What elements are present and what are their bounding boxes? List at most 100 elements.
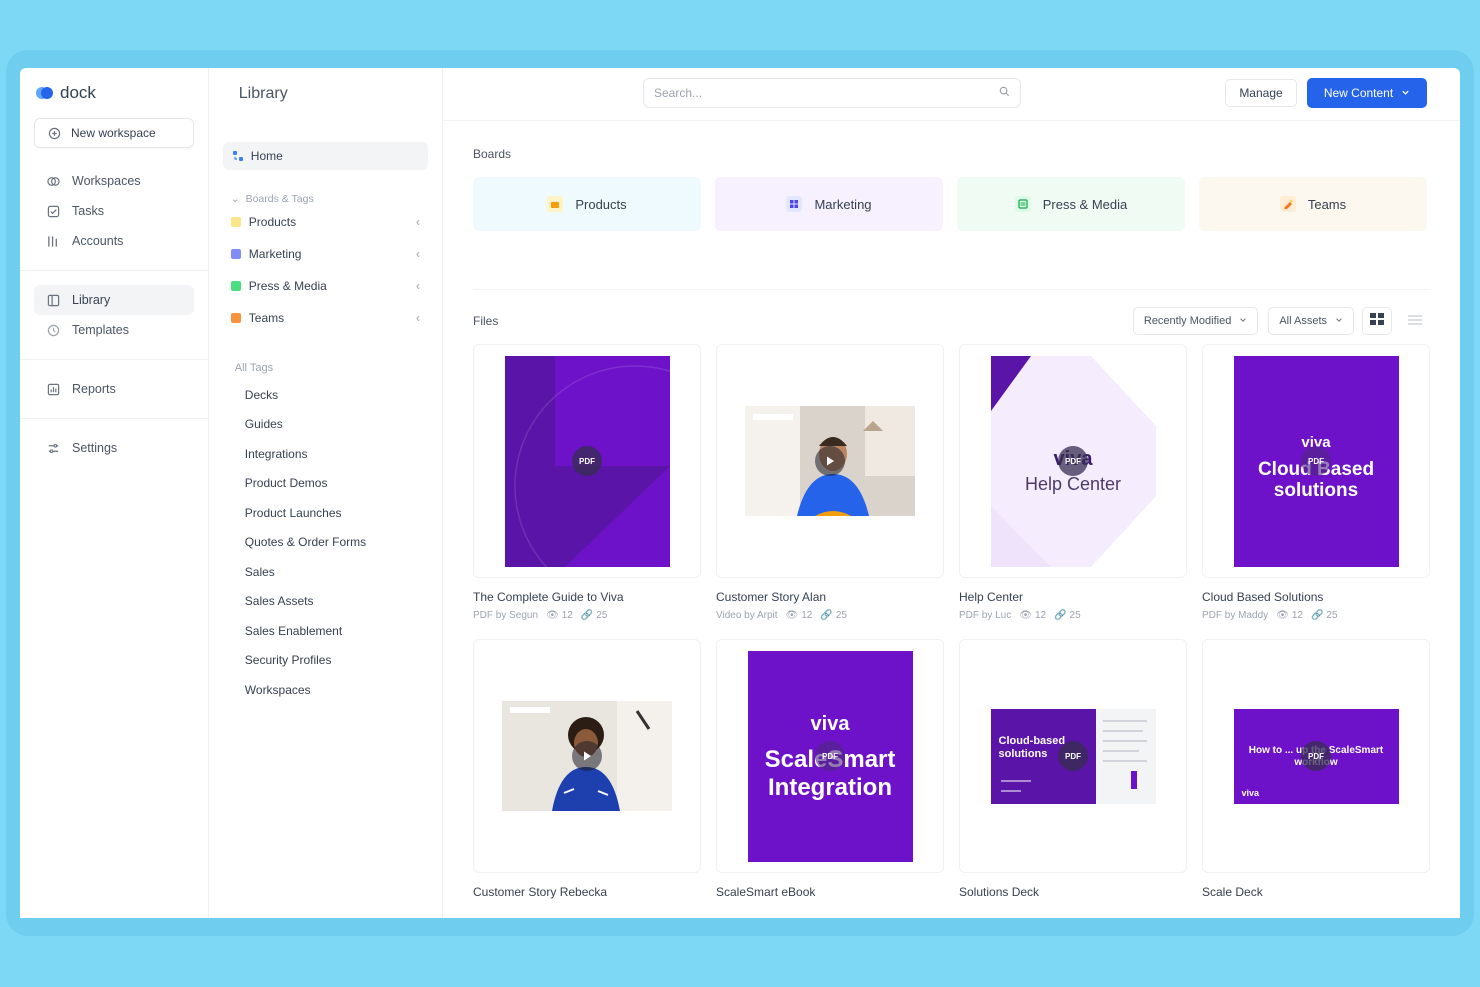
reports-icon <box>46 382 60 396</box>
nav-item-reports[interactable]: Reports <box>34 374 194 404</box>
viva-wordmark: viva <box>1241 787 1260 798</box>
tag-item[interactable]: Product Launches <box>223 498 428 528</box>
board-card-products[interactable]: Products <box>473 177 701 231</box>
tree-item-press-media[interactable]: Press & Media ‹ <box>223 270 428 302</box>
press-media-board-icon <box>1014 196 1031 212</box>
file-thumbnail[interactable]: viva ScaleSmart Integration PDF <box>716 639 944 873</box>
tag-item[interactable]: Security Profiles <box>223 646 428 676</box>
tag-item[interactable]: Decks <box>223 380 428 410</box>
tree-item-home[interactable]: Home <box>222 142 428 170</box>
play-icon[interactable] <box>815 446 845 476</box>
file-thumbnail[interactable] <box>716 344 944 578</box>
tag-item[interactable]: Product Demos <box>223 469 428 499</box>
links-value: 25 <box>1069 609 1081 621</box>
boards-section-label: Boards <box>473 147 512 161</box>
tag-item[interactable]: Workspaces <box>223 675 428 705</box>
chevron-left-icon[interactable]: ‹ <box>416 279 420 293</box>
nav-item-library[interactable]: Library <box>34 285 194 315</box>
file-title[interactable]: ScaleSmart eBook <box>716 885 944 899</box>
templates-icon <box>46 323 60 337</box>
nav-item-accounts[interactable]: Accounts <box>34 226 194 256</box>
new-workspace-button[interactable]: New workspace <box>34 118 194 148</box>
tag-item[interactable]: Sales Enablement <box>223 616 428 646</box>
file-thumbnail[interactable]: viva Help Center PDF <box>959 344 1187 578</box>
sort-dropdown[interactable]: Recently Modified <box>1132 307 1259 335</box>
search-icon[interactable] <box>999 84 1010 102</box>
brand-logo[interactable]: dock <box>34 82 194 104</box>
file-title[interactable]: Scale Deck <box>1202 885 1430 899</box>
help-center-heading: Help Center <box>1024 473 1122 494</box>
main-content: Manage New Content Boards Products Marke… <box>443 68 1460 918</box>
eye-icon: 👁 <box>785 609 799 621</box>
file-title[interactable]: The Complete Guide to Viva <box>473 590 701 604</box>
file-card[interactable]: PDF The Complete Guide to Viva PDF by Se… <box>473 344 701 621</box>
file-thumbnail[interactable]: How to ... up the ScaleSmart workflow vi… <box>1202 639 1430 873</box>
file-thumbnail[interactable]: PDF <box>473 344 701 578</box>
play-icon[interactable] <box>572 741 602 771</box>
page-title: Library <box>238 85 288 102</box>
file-title[interactable]: Customer Story Alan <box>716 590 944 604</box>
file-title[interactable]: Customer Story Rebecka <box>473 885 701 899</box>
file-thumbnail[interactable]: viva Cloud Based solutions PDF <box>1202 344 1430 578</box>
marketing-board-icon <box>230 249 241 259</box>
tag-item[interactable]: Guides <box>223 410 428 440</box>
views-count: 👁 12 <box>786 609 813 621</box>
board-card-teams[interactable]: Teams <box>1199 177 1427 231</box>
views-count: 👁 12 <box>1019 609 1046 621</box>
nav-divider <box>20 418 208 419</box>
tag-item[interactable]: Quotes & Order Forms <box>223 528 428 558</box>
chevron-left-icon[interactable]: ‹ <box>416 311 420 325</box>
new-content-button[interactable]: New Content <box>1307 78 1427 108</box>
file-title[interactable]: Cloud Based Solutions <box>1202 590 1430 604</box>
pdf-badge: PDF <box>1058 446 1088 476</box>
dock-logo-icon <box>36 86 54 100</box>
link-icon: 🔗 <box>1054 609 1067 621</box>
tree-item-teams[interactable]: Teams ‹ <box>223 302 428 334</box>
nav-item-label: Library <box>72 293 111 307</box>
file-card[interactable]: viva ScaleSmart Integration PDF ScaleSma… <box>716 639 944 899</box>
file-card[interactable]: Cloud-based solutions PDF Solutions Deck <box>959 639 1187 899</box>
nav-group-main: Workspaces Tasks Accounts <box>34 166 194 256</box>
board-card-press-media[interactable]: Press & Media <box>957 177 1185 231</box>
manage-button[interactable]: Manage <box>1225 79 1297 107</box>
file-card[interactable]: Customer Story Alan Video by Arpit 👁 12 🔗… <box>716 344 944 621</box>
board-card-marketing[interactable]: Marketing <box>715 177 943 231</box>
library-icon <box>46 293 60 307</box>
tag-item[interactable]: Sales <box>223 557 428 587</box>
workspaces-icon <box>46 174 60 188</box>
asset-filter-dropdown[interactable]: All Assets <box>1268 307 1354 335</box>
grid-view-button[interactable] <box>1362 307 1392 335</box>
file-title[interactable]: Solutions Deck <box>959 885 1187 899</box>
file-title[interactable]: Help Center <box>959 590 1187 604</box>
chevron-left-icon[interactable]: ‹ <box>416 215 420 229</box>
nav-item-templates[interactable]: Templates <box>34 315 194 345</box>
tree-home-label: Home <box>250 149 283 163</box>
file-thumbnail[interactable] <box>473 639 701 873</box>
file-thumbnail[interactable]: Cloud-based solutions PDF <box>959 639 1187 873</box>
tree-item-products[interactable]: Products ‹ <box>223 206 428 238</box>
chevron-down-icon <box>1335 315 1343 327</box>
nav-item-settings[interactable]: Settings <box>34 433 194 463</box>
file-card[interactable]: Customer Story Rebecka <box>473 639 701 899</box>
nav-item-label: Workspaces <box>72 174 141 188</box>
board-label: Marketing <box>814 196 872 212</box>
search-input[interactable] <box>654 86 991 100</box>
file-card[interactable]: How to ... up the ScaleSmart workflow vi… <box>1202 639 1430 899</box>
file-card[interactable]: viva Cloud Based solutions PDF Cloud Bas… <box>1202 344 1430 621</box>
nav-item-workspaces[interactable]: Workspaces <box>34 166 194 196</box>
boards-tags-header[interactable]: ⌄ Boards & Tags <box>223 192 428 206</box>
file-card[interactable]: viva Help Center PDF Help Center PDF by … <box>959 344 1187 621</box>
link-icon: 🔗 <box>1310 609 1324 621</box>
library-tree-panel: Library Home ⌄ Boards & Tags Products ‹ … <box>209 68 443 918</box>
tag-item[interactable]: Integrations <box>223 439 428 469</box>
tree-item-marketing[interactable]: Marketing ‹ <box>223 238 428 270</box>
chevron-left-icon[interactable]: ‹ <box>416 247 420 261</box>
file-meta: Video by Arpit 👁 12 🔗 25 <box>716 609 944 621</box>
views-value: 12 <box>801 609 813 621</box>
tag-item[interactable]: Sales Assets <box>223 587 428 617</box>
sort-label: Recently Modified <box>1143 315 1232 327</box>
board-label: Products <box>575 196 627 212</box>
nav-item-label: Tasks <box>72 204 104 218</box>
list-view-button[interactable] <box>1400 307 1430 335</box>
nav-item-tasks[interactable]: Tasks <box>34 196 194 226</box>
